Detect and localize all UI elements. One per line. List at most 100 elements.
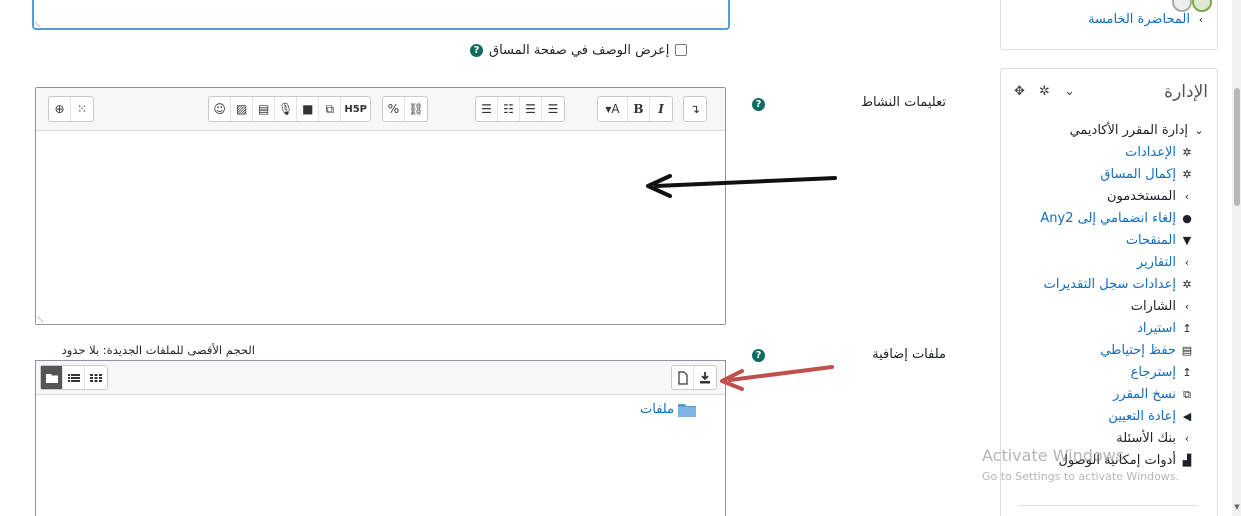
- sidebar-item[interactable]: › التقارير: [1010, 252, 1210, 274]
- activate-windows-hint: Go to Settings to activate Windows.: [982, 470, 1180, 483]
- outdent-button[interactable]: ☰: [542, 97, 564, 121]
- ordered-list-button[interactable]: ☷: [498, 97, 520, 121]
- activate-windows-watermark: Activate Windows: [982, 446, 1125, 465]
- sidebar-item-label: الشارات: [1130, 299, 1176, 314]
- sidebar-item[interactable]: ↥ إسترجاع: [1010, 362, 1210, 384]
- editor-content-area[interactable]: [36, 132, 725, 324]
- add-file-button[interactable]: [672, 366, 694, 389]
- administration-title: الإدارة: [1164, 82, 1208, 102]
- resize-grip[interactable]: [34, 16, 46, 28]
- view-grid-button[interactable]: [85, 366, 107, 389]
- filter-icon: ▼: [1182, 234, 1192, 247]
- sidebar-item[interactable]: ◀ إعادة التعيين: [1010, 406, 1210, 428]
- bold-button[interactable]: B: [628, 97, 650, 121]
- chevron-icon: ›: [1184, 432, 1190, 445]
- unordered-list-button[interactable]: ☰: [476, 97, 498, 121]
- scroll-down-arrow[interactable]: ▼: [1233, 503, 1241, 511]
- grid-icon: [90, 373, 102, 382]
- user-icon: ●: [1182, 212, 1192, 225]
- show-description-checkbox[interactable]: [675, 44, 688, 56]
- upload-icon: ↥: [1182, 366, 1192, 379]
- gear-icon: ✲: [1182, 146, 1192, 159]
- screenreader-helper-button[interactable]: ⁙: [71, 97, 93, 121]
- file-icon: [677, 370, 688, 385]
- sidebar-item-label: إكمال المساق: [1100, 167, 1176, 182]
- sidebar-item-label: إدارة المقرر الأكاديمي: [1069, 123, 1188, 138]
- sidebar-item[interactable]: ✲ الإعدادات: [1010, 142, 1210, 164]
- sidebar-item-label: الإعدادات: [1125, 145, 1176, 160]
- sidebar-item[interactable]: ▤ حفظ إحتياطي: [1010, 340, 1210, 362]
- sidebar-item-label: التقارير: [1136, 255, 1176, 270]
- download-icon: [700, 372, 710, 384]
- divider: [1018, 505, 1198, 506]
- help-icon[interactable]: ?: [752, 349, 765, 362]
- sidebar-item[interactable]: ✲ إعدادات سجل التقديرات: [1010, 274, 1210, 296]
- sidebar-item-label: المنقحات: [1125, 233, 1176, 248]
- sidebar-item-label: إعدادات سجل التقديرات: [1043, 277, 1176, 292]
- show-description-label: إعرض الوصف في صفحة المساق: [489, 42, 670, 58]
- view-list-button[interactable]: [63, 366, 85, 389]
- sidebar-item-label: حفظ إحتياطي: [1100, 343, 1176, 358]
- show-description-row: إعرض الوصف في صفحة المساق ?: [470, 40, 732, 60]
- folder-label: ملفات: [640, 402, 675, 417]
- sidebar-item-label: بنك الأسئلة: [1116, 431, 1176, 446]
- upload-icon: ↥: [1182, 322, 1192, 335]
- record-video-button[interactable]: ■: [297, 97, 320, 121]
- sidebar-item-label: إسترجاع: [1130, 365, 1176, 380]
- chevron-icon: ›: [1184, 190, 1190, 203]
- arrow-left-icon: ◀: [1182, 410, 1192, 423]
- record-audio-button[interactable]: 🎙: [275, 97, 298, 121]
- description-editor[interactable]: [32, 0, 730, 30]
- folder-icon: [678, 403, 697, 417]
- paragraph-style-button[interactable]: ▾A: [598, 97, 628, 121]
- toolbar-group-media: ☺ ▨ ▤ 🎙 ■ ⧉ H5P: [208, 96, 371, 122]
- chart-icon: ▟: [1182, 454, 1192, 467]
- editor-toolbar: ↴ ▾A B I ☰ ☷ ☰ ☰ % ⛓ ☺ ▨ ▤ 🎙 ■ ⧉ H5P ⊕ ⁙: [36, 88, 725, 131]
- files-folder[interactable]: ملفات: [640, 402, 697, 417]
- sidebar-item[interactable]: ↥ استيراد: [1010, 318, 1210, 340]
- lecture-link[interactable]: ›المحاضرة الخامسة: [1008, 12, 1208, 27]
- sidebar-item[interactable]: ⌄ إدارة المقرر الأكاديمي: [1010, 120, 1210, 142]
- block-controls[interactable]: ✥ ✲ ⌄: [1014, 84, 1080, 99]
- media-button[interactable]: ▤: [253, 97, 276, 121]
- folder-icon: [45, 373, 58, 383]
- file-manager-toolbar: [36, 361, 725, 395]
- toolbar-group-style: ▾A B I: [597, 96, 673, 122]
- sidebar-item[interactable]: › الشارات: [1010, 296, 1210, 318]
- sidebar-item-label: نسخ المقرر: [1113, 387, 1176, 402]
- annotation-arrow-black: [646, 174, 837, 198]
- file-actions: [671, 365, 717, 390]
- download-button[interactable]: [694, 366, 716, 389]
- copy-icon: ⧉: [1183, 388, 1191, 401]
- link-button[interactable]: %: [383, 97, 405, 121]
- activity-instructions-editor[interactable]: ↴ ▾A B I ☰ ☷ ☰ ☰ % ⛓ ☺ ▨ ▤ 🎙 ■ ⧉ H5P ⊕ ⁙: [35, 87, 726, 325]
- file-manager: [35, 360, 726, 516]
- indent-button[interactable]: ☰: [520, 97, 542, 121]
- view-mode-toggle: [40, 365, 108, 390]
- emoji-button[interactable]: ☺: [209, 97, 232, 121]
- help-icon[interactable]: ?: [752, 98, 765, 111]
- help-icon[interactable]: ?: [470, 43, 483, 57]
- scrollbar-thumb[interactable]: [1234, 88, 1240, 206]
- sidebar-item[interactable]: ● إلغاء انضمامي إلى Any2: [1010, 208, 1210, 230]
- toggle-toolbar-button[interactable]: ↴: [684, 97, 706, 121]
- additional-files-label: ملفات إضافية: [872, 347, 946, 362]
- sidebar-item-label: المستخدمون: [1106, 189, 1176, 204]
- h5p-button[interactable]: H5P: [341, 97, 370, 121]
- chevron-icon: ›: [1198, 13, 1204, 26]
- sidebar-item[interactable]: ▼ المنقحات: [1010, 230, 1210, 252]
- sidebar-item-label: إلغاء انضمامي إلى Any2: [1040, 211, 1176, 226]
- view-folder-button[interactable]: [41, 366, 63, 389]
- image-button[interactable]: ▨: [231, 97, 254, 121]
- gear-icon: ✲: [1182, 168, 1192, 181]
- list-icon: [67, 373, 80, 382]
- sidebar-item[interactable]: ✲ إكمال المساق: [1010, 164, 1210, 186]
- scrollbar[interactable]: [1232, 0, 1241, 516]
- italic-button[interactable]: I: [650, 97, 672, 121]
- unlink-button[interactable]: ⛓: [405, 97, 427, 121]
- toolbar-group-collapse: ↴: [683, 96, 707, 122]
- sidebar-item[interactable]: › المستخدمون: [1010, 186, 1210, 208]
- manage-files-button[interactable]: ⧉: [319, 97, 342, 121]
- accessibility-checker-button[interactable]: ⊕: [49, 97, 71, 121]
- sidebar-item[interactable]: ⧉ نسخ المقرر: [1010, 384, 1210, 406]
